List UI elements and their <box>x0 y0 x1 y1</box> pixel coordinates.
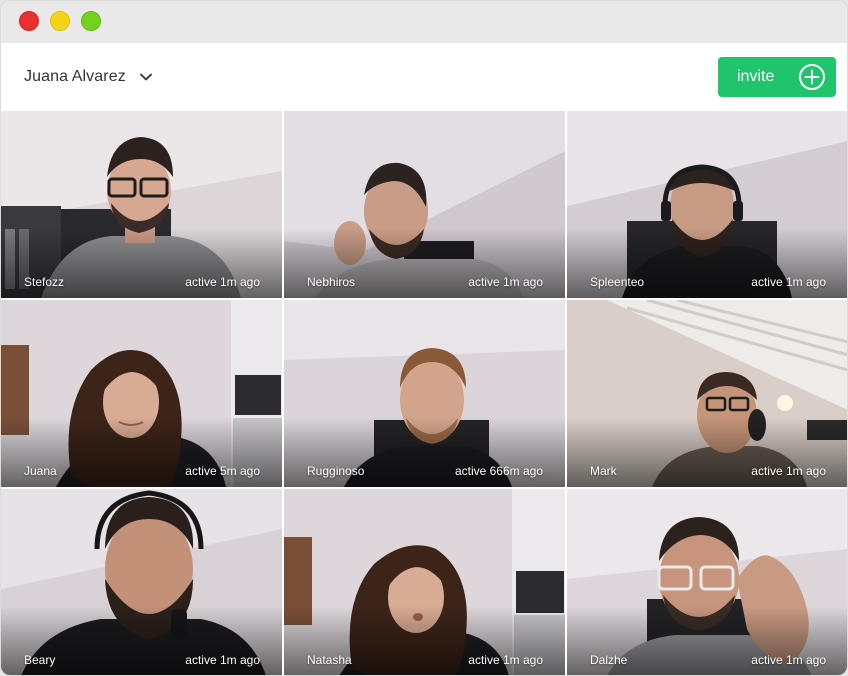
header-bar: Juana Alvarez invite <box>1 43 847 111</box>
chevron-down-icon <box>139 73 152 81</box>
participant-status: active 1m ago <box>751 275 826 289</box>
invite-label: invite <box>737 68 775 85</box>
close-window-button[interactable] <box>19 11 39 31</box>
title-bar <box>1 1 847 43</box>
app-window: Juana Alvarez invite Stefozz active 1m a… <box>0 0 848 676</box>
user-menu[interactable]: Juana Alvarez <box>24 65 154 89</box>
participant-tile[interactable]: Rugginoso active 666m ago <box>284 300 565 487</box>
participant-grid: Stefozz active 1m ago Nebhiros active 1m… <box>1 111 847 675</box>
participant-name: Nebhiros <box>307 275 356 289</box>
participant-status: active 1m ago <box>468 653 543 667</box>
participant-status: active 5m ago <box>185 464 260 478</box>
participant-tile[interactable]: Nebhiros active 1m ago <box>284 111 565 298</box>
participant-tile[interactable]: Natasha active 1m ago <box>284 489 565 675</box>
zoom-window-button[interactable] <box>81 11 101 31</box>
plus-circle-icon <box>799 64 825 90</box>
participant-tile[interactable]: Dalzhe active 1m ago <box>567 489 847 675</box>
participant-tile[interactable]: Stefozz active 1m ago <box>1 111 282 298</box>
participant-name: Mark <box>590 464 617 478</box>
participant-tile[interactable]: Mark active 1m ago <box>567 300 847 487</box>
participant-status: active 1m ago <box>468 275 543 289</box>
participant-tile[interactable]: Juana active 5m ago <box>1 300 282 487</box>
participant-status: active 1m ago <box>751 653 826 667</box>
participant-name: Rugginoso <box>307 464 365 478</box>
invite-button[interactable]: invite <box>718 57 836 97</box>
participant-name: Spleenteo <box>590 275 645 289</box>
participant-status: active 666m ago <box>454 464 543 478</box>
participant-tile[interactable]: Spleenteo active 1m ago <box>567 111 847 298</box>
participant-status: active 1m ago <box>751 464 826 478</box>
participant-tile[interactable]: Beary active 1m ago <box>1 489 282 675</box>
minimize-window-button[interactable] <box>50 11 70 31</box>
participant-status: active 1m ago <box>185 275 260 289</box>
participant-name: Stefozz <box>24 275 65 289</box>
participant-name: Beary <box>24 653 56 667</box>
participant-name: Juana <box>24 464 57 478</box>
user-name: Juana Alvarez <box>24 68 126 85</box>
participant-name: Dalzhe <box>590 653 628 667</box>
participant-status: active 1m ago <box>185 653 260 667</box>
participant-name: Natasha <box>307 653 352 667</box>
